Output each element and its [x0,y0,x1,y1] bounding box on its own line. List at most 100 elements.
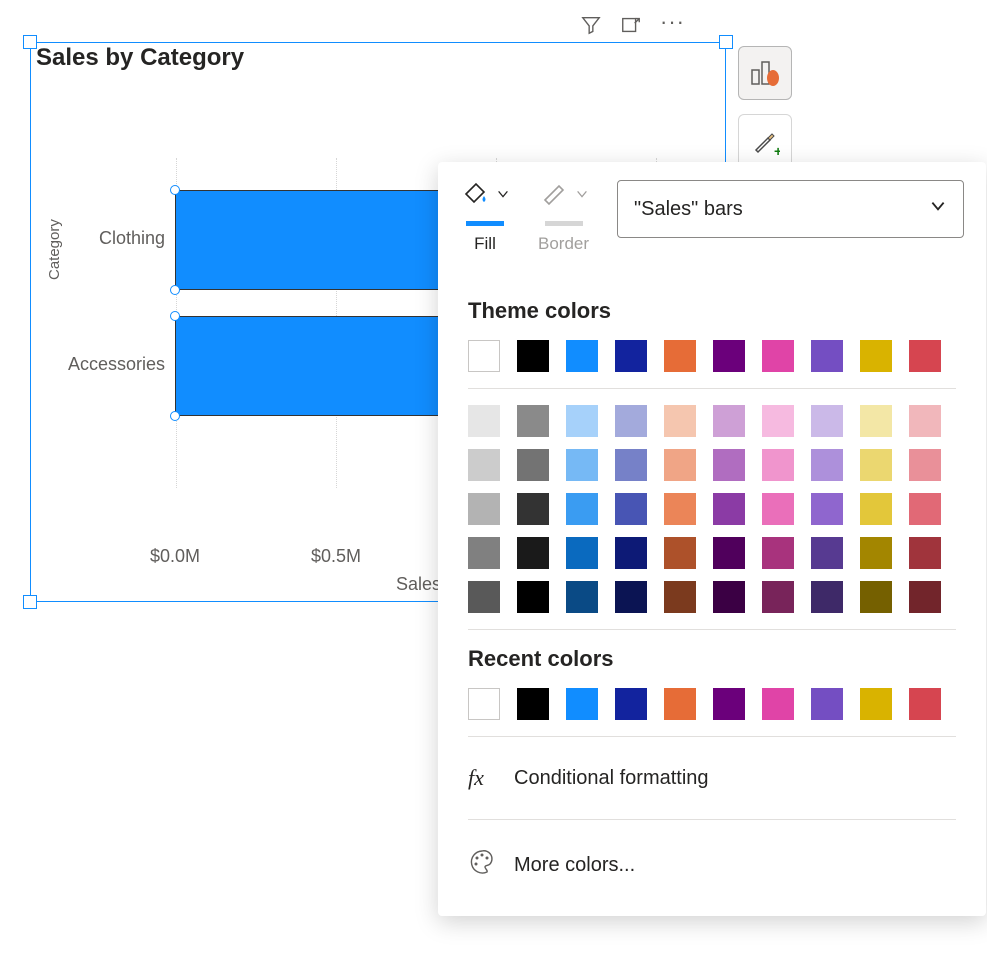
color-swatch[interactable] [468,449,500,481]
filter-icon[interactable] [580,14,602,41]
color-swatch[interactable] [762,493,794,525]
color-swatch[interactable] [615,581,647,613]
color-swatch[interactable] [713,405,745,437]
color-swatch[interactable] [811,493,843,525]
color-swatch[interactable] [811,581,843,613]
color-swatch[interactable] [566,581,598,613]
color-swatch[interactable] [468,688,500,720]
color-swatch[interactable] [468,493,500,525]
color-swatch[interactable] [811,537,843,569]
color-swatch[interactable] [762,688,794,720]
bar-handle[interactable] [170,285,180,295]
color-swatch[interactable] [566,405,598,437]
color-swatch[interactable] [468,340,500,372]
color-swatch[interactable] [909,493,941,525]
color-swatch[interactable] [860,581,892,613]
chevron-down-icon [496,186,510,206]
selection-handle[interactable] [23,595,37,609]
color-swatch[interactable] [713,581,745,613]
color-swatch[interactable] [615,405,647,437]
active-underline [466,221,504,226]
color-swatch[interactable] [762,537,794,569]
y-axis-label: Category [46,219,63,280]
color-swatch[interactable] [517,493,549,525]
color-swatch[interactable] [664,581,696,613]
color-swatch[interactable] [664,405,696,437]
color-swatch[interactable] [517,581,549,613]
color-swatch[interactable] [664,449,696,481]
selection-handle[interactable] [719,35,733,49]
fill-tool-button[interactable]: Fill [460,180,510,254]
color-swatch[interactable] [566,340,598,372]
color-swatch[interactable] [909,537,941,569]
color-swatch[interactable] [762,340,794,372]
target-select[interactable]: "Sales" bars [617,180,964,238]
inactive-underline [545,221,583,226]
color-swatch[interactable] [811,449,843,481]
color-swatch[interactable] [566,493,598,525]
conditional-label: Conditional formatting [514,767,709,790]
format-paintbrush-button[interactable]: + [738,114,792,168]
color-swatch[interactable] [713,449,745,481]
color-swatch[interactable] [860,493,892,525]
color-swatch[interactable] [517,688,549,720]
color-swatch[interactable] [860,405,892,437]
color-swatch[interactable] [566,449,598,481]
swatch-row [468,493,956,525]
conditional-formatting-link[interactable]: fx Conditional formatting [468,753,956,803]
selection-handle[interactable] [23,35,37,49]
color-swatch[interactable] [517,537,549,569]
color-swatch[interactable] [615,688,647,720]
more-options-icon[interactable]: ··· [660,17,682,39]
color-swatch[interactable] [811,688,843,720]
color-swatch[interactable] [615,449,647,481]
color-swatch[interactable] [811,340,843,372]
color-swatch[interactable] [468,581,500,613]
color-swatch[interactable] [713,537,745,569]
color-swatch[interactable] [615,340,647,372]
color-swatch[interactable] [517,340,549,372]
theme-main-row [468,340,956,372]
color-swatch[interactable] [664,688,696,720]
color-swatch[interactable] [909,688,941,720]
divider [468,736,956,737]
color-swatch[interactable] [517,449,549,481]
color-swatch[interactable] [811,405,843,437]
color-swatch[interactable] [664,340,696,372]
color-swatch[interactable] [762,581,794,613]
color-swatch[interactable] [860,449,892,481]
visualization-type-button[interactable] [738,46,792,100]
color-swatch[interactable] [468,405,500,437]
color-swatch[interactable] [517,405,549,437]
border-tool-button[interactable]: Border [538,180,589,254]
bar-handle[interactable] [170,311,180,321]
color-swatch[interactable] [860,537,892,569]
color-swatch[interactable] [909,449,941,481]
select-value: "Sales" bars [634,198,743,221]
paint-bucket-icon [460,180,490,211]
palette-icon [468,848,496,882]
color-swatch[interactable] [664,537,696,569]
bar-rect[interactable] [175,316,465,416]
more-colors-link[interactable]: More colors... [468,836,956,894]
color-swatch[interactable] [860,688,892,720]
color-swatch[interactable] [762,449,794,481]
color-swatch[interactable] [468,537,500,569]
color-swatch[interactable] [860,340,892,372]
color-swatch[interactable] [909,581,941,613]
color-swatch[interactable] [713,340,745,372]
bar-handle[interactable] [170,411,180,421]
color-swatch[interactable] [566,537,598,569]
bar-handle[interactable] [170,185,180,195]
color-swatch[interactable] [713,688,745,720]
color-swatch[interactable] [909,405,941,437]
color-swatch[interactable] [664,493,696,525]
color-swatch[interactable] [566,688,598,720]
color-swatch[interactable] [713,493,745,525]
color-swatch[interactable] [762,405,794,437]
color-swatch[interactable] [615,537,647,569]
focus-mode-icon[interactable] [620,14,642,41]
color-swatch[interactable] [615,493,647,525]
color-swatch[interactable] [909,340,941,372]
swatch-row [468,537,956,569]
